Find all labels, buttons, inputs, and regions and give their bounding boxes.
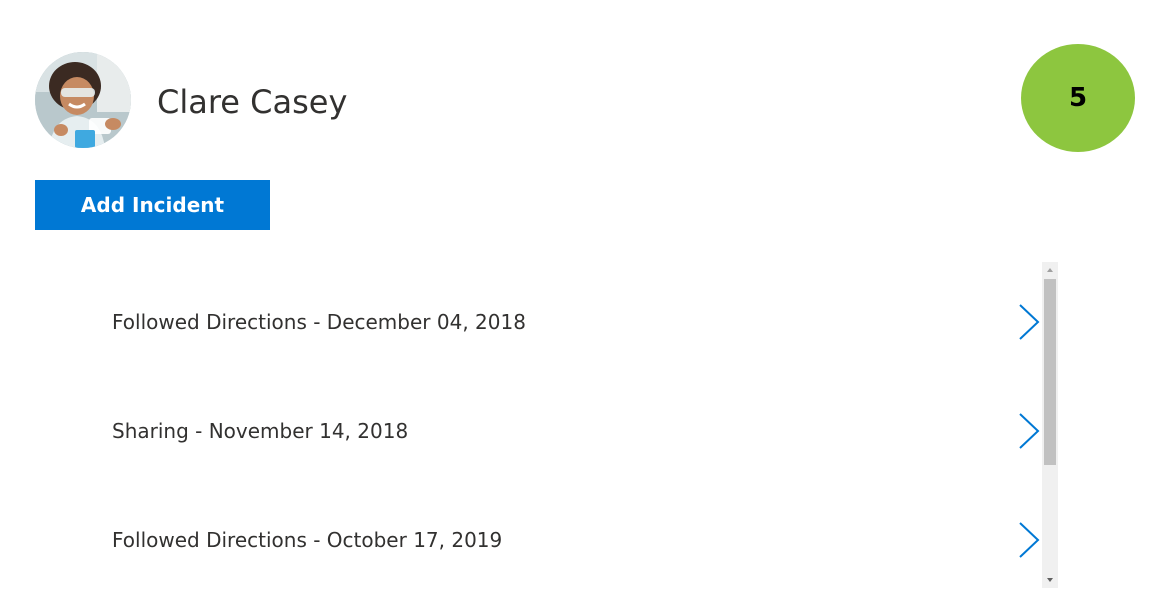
incident-label: Sharing - November 14, 2018 — [112, 419, 409, 443]
scroll-up-arrow-icon[interactable] — [1042, 262, 1058, 278]
chevron-right-icon[interactable] — [1016, 411, 1042, 451]
incident-row[interactable]: Followed Directions - December 04, 2018 — [0, 292, 1045, 352]
chevron-right-icon[interactable] — [1016, 302, 1042, 342]
scrollbar-thumb[interactable] — [1044, 279, 1056, 465]
incident-row[interactable]: Followed Directions - October 17, 2019 — [0, 510, 1045, 570]
student-name: Clare Casey — [157, 83, 348, 121]
score-badge: 5 — [1021, 44, 1135, 152]
student-photo-icon — [35, 52, 131, 148]
chevron-right-icon[interactable] — [1016, 520, 1042, 560]
incident-list-scrollbar[interactable] — [1042, 262, 1058, 588]
student-incidents-page: Clare Casey 5 Add Incident Followed Dire… — [0, 0, 1156, 607]
scroll-down-arrow-icon[interactable] — [1042, 572, 1058, 588]
add-incident-button[interactable]: Add Incident — [35, 180, 270, 230]
student-avatar — [35, 52, 131, 148]
score-value: 5 — [1068, 83, 1088, 113]
incident-row[interactable]: Sharing - November 14, 2018 — [0, 401, 1045, 461]
incident-label: Followed Directions - December 04, 2018 — [112, 310, 526, 334]
incident-list: Followed Directions - December 04, 2018 … — [0, 262, 1058, 588]
incident-label: Followed Directions - October 17, 2019 — [112, 528, 503, 552]
